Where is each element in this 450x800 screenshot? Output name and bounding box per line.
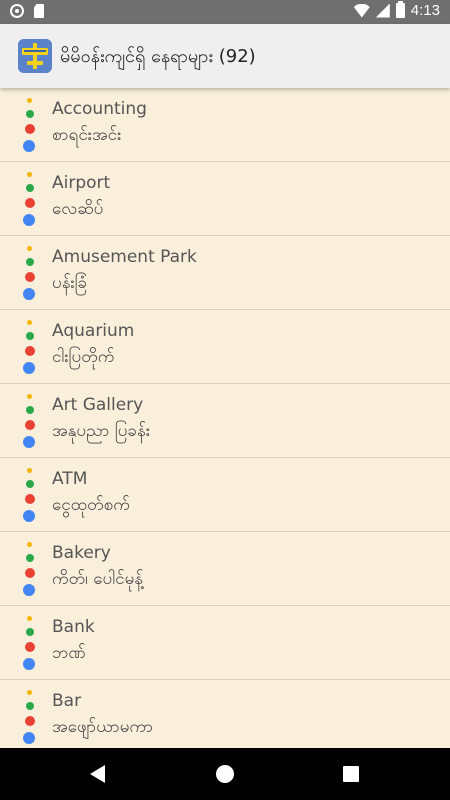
app-logo-icon [18,39,52,73]
list-item[interactable]: Bakery ကိတ်၊ ပေါင်မုန့် [0,532,450,606]
place-name-myanmar: ကိတ်၊ ပေါင်မုန့် [52,569,144,589]
place-name: Amusement Park [52,247,197,267]
home-icon[interactable] [216,765,234,783]
back-icon[interactable] [90,765,105,783]
colored-dots-icon [22,246,36,300]
place-name-myanmar: အဖျော်ယာမကာ [52,717,154,737]
places-list[interactable]: Accounting စာရင်းအင်း Airport လေဆိပ် Amu… [0,88,450,748]
place-name: Bakery [52,543,111,563]
status-time: 4:13 [410,2,440,19]
battery-icon [395,1,405,18]
page-title: မိမိဝန်းကျင်ရှိ နေရာများ (92) [60,46,256,67]
recents-icon[interactable] [343,766,359,782]
colored-dots-icon [22,98,36,152]
list-item[interactable]: Art Gallery အနုပညာ ပြခန်း [0,384,450,458]
colored-dots-icon [22,542,36,596]
place-name: Bar [52,691,82,711]
signal-icon [375,3,390,18]
place-name-myanmar: ဘဏ် [52,643,86,663]
sd-card-icon [34,4,44,18]
colored-dots-icon [22,394,36,448]
colored-dots-icon [22,320,36,374]
place-name: Airport [52,173,111,193]
navigation-bar [0,748,450,800]
status-bar: 4:13 [0,0,450,24]
list-item[interactable]: Accounting စာရင်းအင်း [0,88,450,162]
place-name-myanmar: လေဆိပ် [52,199,104,219]
place-name: Art Gallery [52,395,144,415]
colored-dots-icon [22,616,36,670]
place-name-myanmar: စာရင်းအင်း [52,125,122,145]
place-name-myanmar: ငါးပြတိုက် [52,347,115,367]
place-name: Bank [52,617,95,637]
place-name: Aquarium [52,321,135,341]
list-item[interactable]: Bar အဖျော်ယာမကာ [0,680,450,748]
place-name: ATM [52,469,88,489]
colored-dots-icon [22,172,36,226]
list-item[interactable]: Airport လေဆိပ် [0,162,450,236]
colored-dots-icon [22,690,36,744]
place-name-myanmar: အနုပညာ ပြခန်း [52,421,151,441]
list-item[interactable]: Bank ဘဏ် [0,606,450,680]
list-item[interactable]: Amusement Park ပန်းခြံ [0,236,450,310]
colored-dots-icon [22,468,36,522]
place-name: Accounting [52,99,147,119]
place-name-myanmar: ငွေထုတ်စက် [52,495,130,515]
app-bar: မိမိဝန်းကျင်ရှိ နေရာများ (92) [0,24,450,88]
place-name-myanmar: ပန်းခြံ [52,273,88,293]
record-icon [10,4,24,18]
wifi-icon [353,3,370,18]
list-item[interactable]: ATM ငွေထုတ်စက် [0,458,450,532]
list-item[interactable]: Aquarium ငါးပြတိုက် [0,310,450,384]
